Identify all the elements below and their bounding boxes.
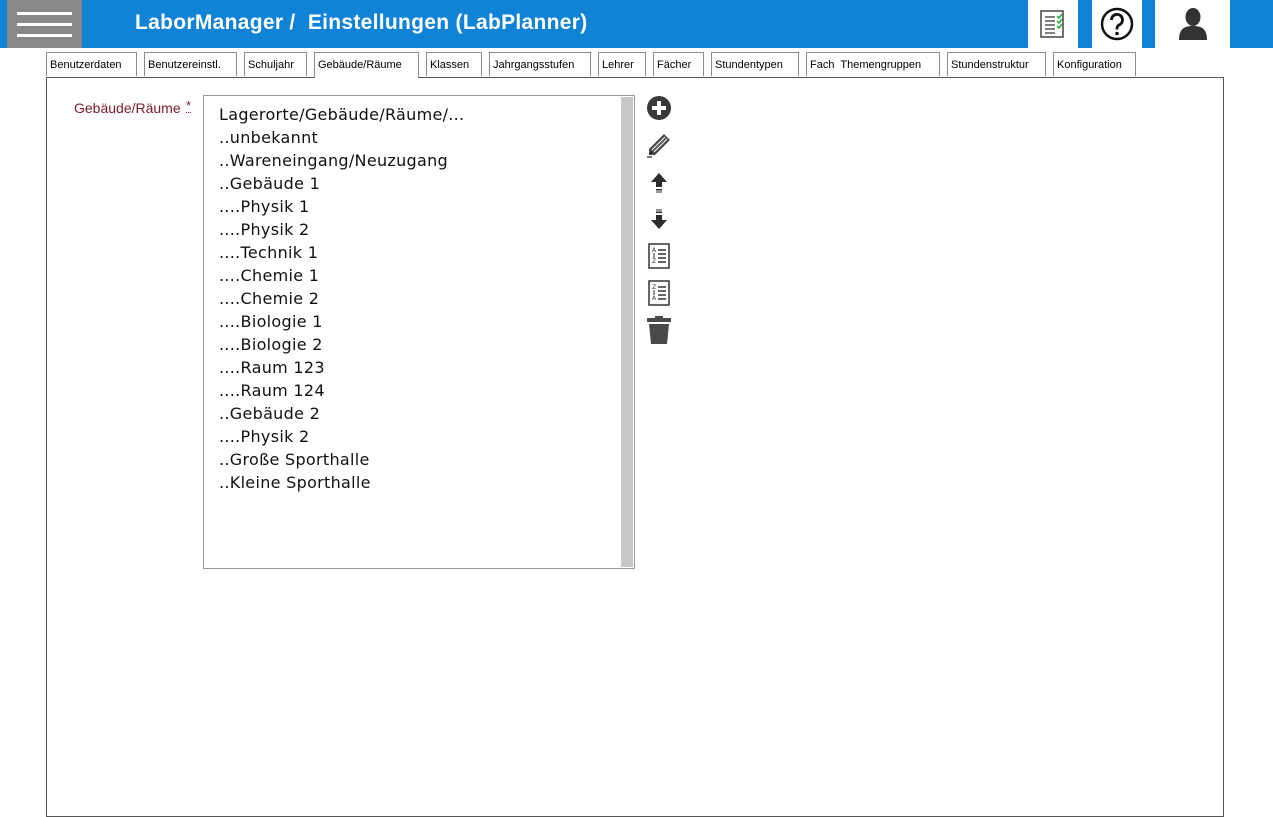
list-item[interactable]: ....Raum 124 [219,379,464,402]
tab-stundentypen[interactable]: Stundentypen [711,52,799,76]
hamburger-menu-icon-bar [17,34,72,37]
tab-schuljahr[interactable]: Schuljahr [244,52,307,76]
user-button[interactable] [1155,0,1230,48]
list-item[interactable]: ....Raum 123 [219,356,464,379]
tasks-button[interactable] [1028,0,1078,48]
list-item[interactable]: ..unbekannt [219,126,464,149]
delete-button[interactable] [644,315,674,345]
list-item[interactable]: ....Technik 1 [219,241,464,264]
list-item[interactable]: Lagerorte/Gebäude/Räume/... [219,103,464,126]
edit-icon [647,134,670,158]
list-item[interactable]: ....Biologie 1 [219,310,464,333]
sort-ascending-icon: A Z [648,243,670,269]
move-down-button[interactable] [644,205,674,235]
tab-lehrer[interactable]: Lehrer [598,52,646,76]
tab-benutzereinstellungen[interactable]: Benutzereinstl. [144,52,237,76]
tab-klassen[interactable]: Klassen [426,52,482,76]
tab-gebaeude-raeume[interactable]: Gebäude/Räume [314,52,419,78]
sort-descending-icon: Z A [648,280,670,306]
add-button[interactable] [644,93,674,123]
move-up-icon [651,173,667,193]
list-item[interactable]: ....Biologie 2 [219,333,464,356]
add-icon [647,96,671,120]
top-bar: LaborManager / Einstellungen (LabPlanner… [0,0,1273,48]
list-item[interactable]: ....Physik 2 [219,218,464,241]
required-marker: * [186,98,192,113]
page-title: LaborManager / Einstellungen (LabPlanner… [135,11,588,34]
hamburger-menu-button[interactable] [7,0,82,48]
list-item[interactable]: ..Gebäude 2 [219,402,464,425]
sort-descending-button[interactable]: Z A [644,278,674,308]
tab-faecher[interactable]: Fächer [653,52,704,76]
field-label-gebaeude-raeume: Gebäude/Räume [74,100,181,116]
help-icon [1100,7,1134,41]
list-item[interactable]: ....Physik 2 [219,425,464,448]
list-item[interactable]: ..Gebäude 1 [219,172,464,195]
list-item[interactable]: ....Physik 1 [219,195,464,218]
location-listbox[interactable]: Lagerorte/Gebäude/Räume/... ..unbekannt … [203,95,635,569]
listbox-scrollbar[interactable] [621,97,633,567]
list-item[interactable]: ..Große Sporthalle [219,448,464,471]
svg-text:Z: Z [652,284,656,291]
tab-stundenstruktur[interactable]: Stundenstruktur [947,52,1046,76]
delete-icon [647,316,671,344]
user-icon [1178,8,1207,40]
checklist-icon [1040,10,1064,38]
move-up-button[interactable] [644,167,674,197]
list-item[interactable]: ..Kleine Sporthalle [219,471,464,494]
tab-konfiguration[interactable]: Konfiguration [1053,52,1136,76]
tab-fach-themengruppen[interactable]: Fach Themengruppen [806,52,940,76]
svg-text:Z: Z [652,258,656,265]
tab-jahrgangsstufen[interactable]: Jahrgangsstufen [489,52,591,76]
location-list: Lagerorte/Gebäude/Räume/... ..unbekannt … [219,103,464,494]
list-item[interactable]: ....Chemie 2 [219,287,464,310]
help-button[interactable] [1092,0,1142,48]
sort-ascending-button[interactable]: A Z [644,241,674,271]
edit-button[interactable] [644,130,674,160]
hamburger-menu-icon [17,12,72,15]
list-item[interactable]: ....Chemie 1 [219,264,464,287]
hamburger-menu-icon-bar [17,23,72,26]
move-down-icon [651,209,667,229]
list-item[interactable]: ..Wareneingang/Neuzugang [219,149,464,172]
tab-benutzerdaten[interactable]: Benutzerdaten [46,52,137,76]
